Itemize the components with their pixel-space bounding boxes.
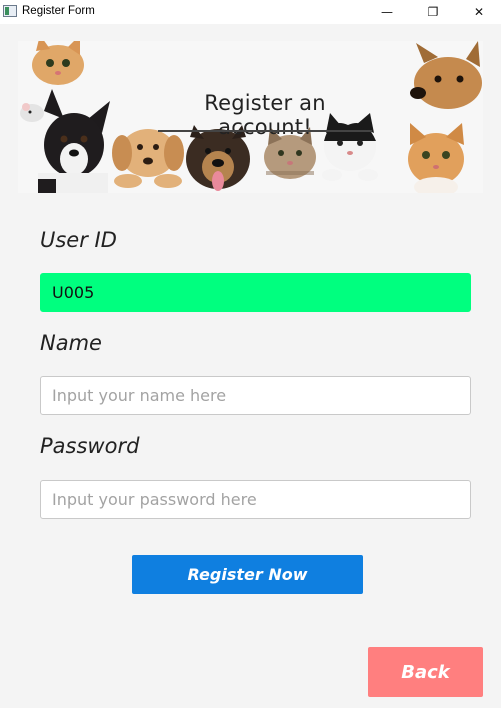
password-label: Password (40, 434, 140, 458)
kitten-top-left-picture (32, 41, 84, 85)
window-title: Register Form (22, 5, 95, 17)
window-titlebar: Register Form — ❐ ✕ (0, 0, 501, 24)
user-id-label: User ID (40, 228, 117, 252)
pets-banner-image: Register an account! (18, 41, 483, 193)
user-id-field[interactable] (40, 273, 471, 312)
black-dog-picture (38, 89, 110, 193)
close-button[interactable]: ✕ (456, 0, 501, 24)
name-field[interactable] (40, 376, 471, 415)
minimize-button[interactable]: — (364, 0, 410, 24)
close-icon: ✕ (473, 5, 485, 19)
top-right-dog-picture (410, 41, 482, 109)
back-button[interactable]: Back (368, 647, 483, 697)
register-now-button[interactable]: Register Now (132, 555, 363, 594)
minimize-icon: — (381, 5, 393, 19)
restore-icon: ❐ (427, 5, 439, 19)
title-underline (158, 130, 372, 132)
app-icon (3, 5, 17, 17)
maximize-button[interactable]: ❐ (410, 0, 456, 24)
hamster-picture (20, 103, 44, 122)
password-field[interactable] (40, 480, 471, 519)
name-label: Name (40, 331, 102, 355)
orange-kitten-picture (408, 123, 464, 193)
